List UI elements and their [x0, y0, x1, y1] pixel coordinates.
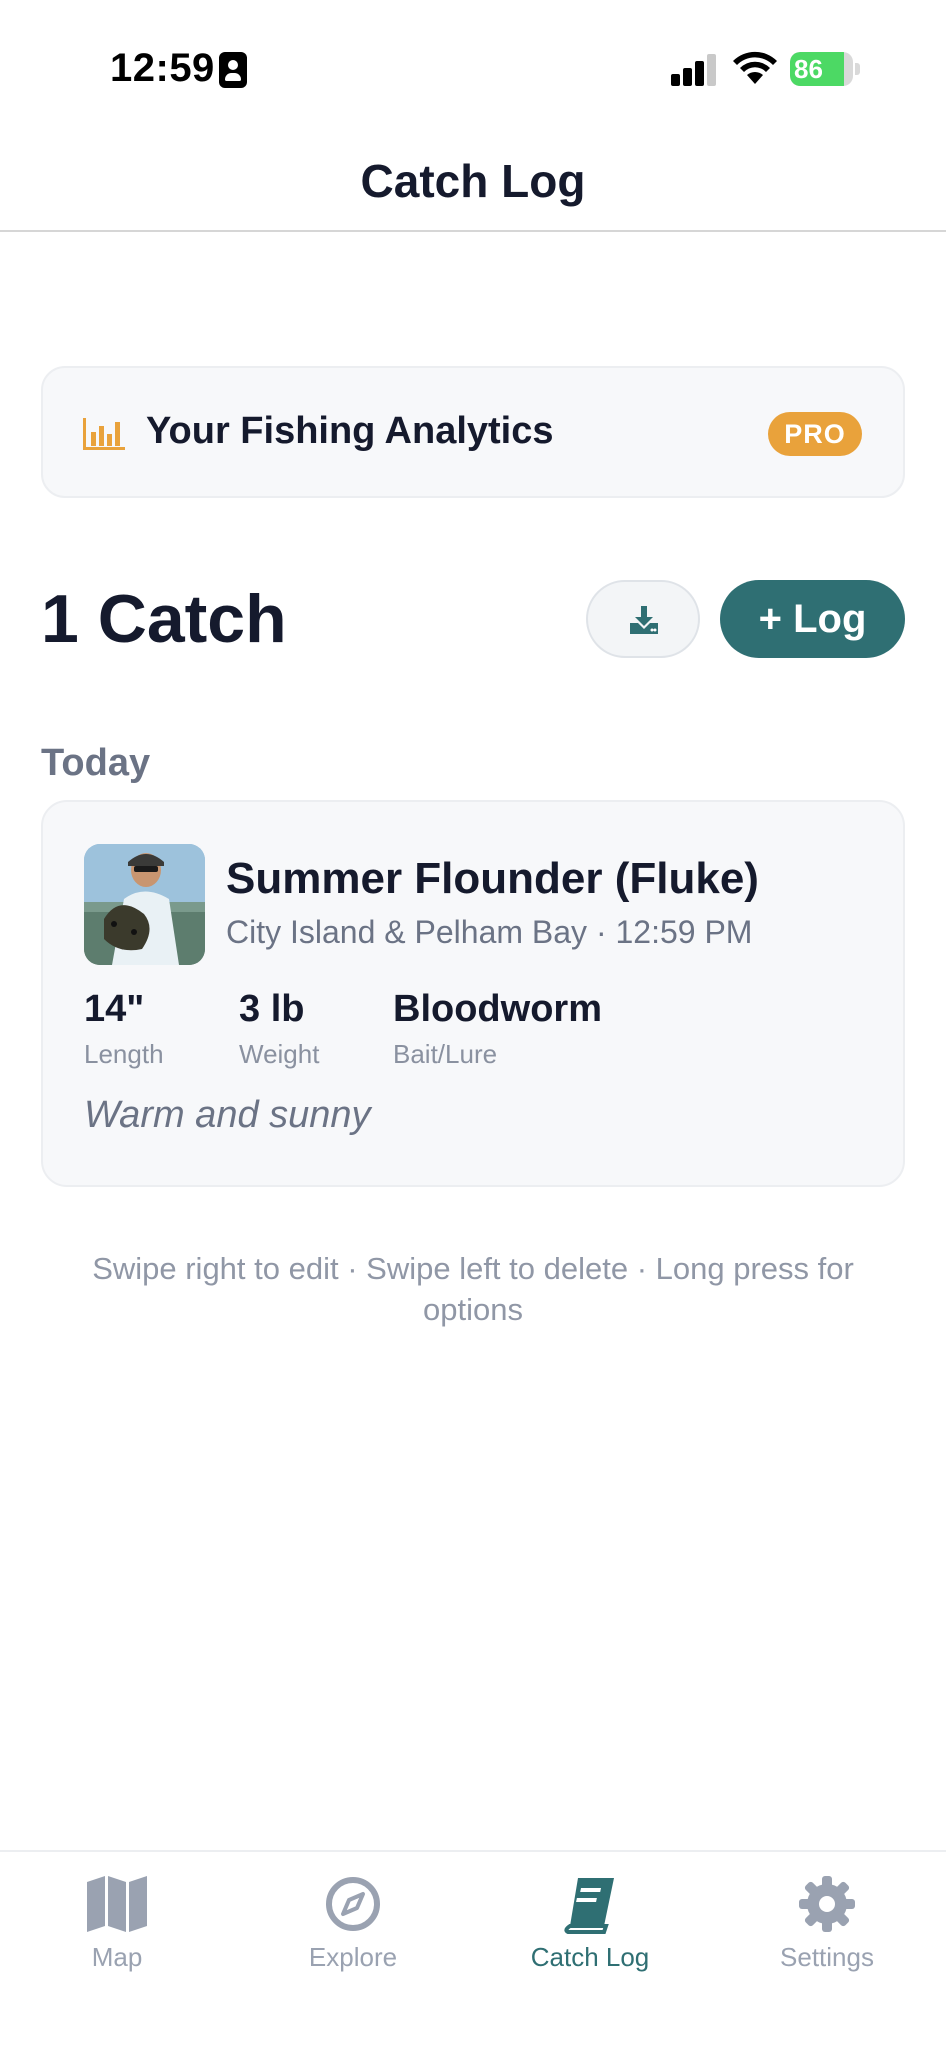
catch-photo: [84, 844, 205, 965]
stat-weight: 3 lb Weight: [239, 988, 319, 1070]
tab-label: Map: [91, 1942, 143, 1972]
pro-badge: PRO: [768, 412, 862, 456]
gear-icon: [799, 1876, 855, 1932]
tab-catch-log[interactable]: Catch Log: [490, 1874, 690, 1973]
stat-value: Bloodworm: [393, 988, 602, 1030]
status-time: 12:59: [110, 46, 215, 90]
stat-bait: Bloodworm Bait/Lure: [393, 988, 602, 1070]
analytics-card[interactable]: Your Fishing Analytics PRO: [41, 366, 905, 498]
page-title: Catch Log: [360, 155, 586, 207]
tab-map[interactable]: Map: [17, 1874, 217, 1973]
tab-label: Catch Log: [530, 1942, 650, 1972]
gesture-hint: Swipe right to edit · Swipe left to dele…: [92, 1251, 854, 1327]
catch-species: Summer Flounder (Fluke): [226, 854, 759, 903]
tab-settings[interactable]: Settings: [727, 1874, 927, 1973]
status-bar: 12:59 86: [0, 0, 946, 130]
catch-count: 1 Catch: [41, 581, 287, 657]
tab-explore[interactable]: Explore: [253, 1874, 453, 1973]
stat-label: Weight: [239, 1039, 320, 1069]
add-log-button[interactable]: + Log: [720, 580, 905, 658]
nav-header: Catch Log: [0, 130, 946, 232]
catch-card[interactable]: Summer Flounder (Fluke) City Island & Pe…: [41, 800, 905, 1187]
stat-value: 3 lb: [239, 988, 305, 1030]
battery-level: 86: [794, 54, 823, 84]
catch-location-time: City Island & Pelham Bay · 12:59 PM: [226, 914, 753, 950]
screen: 12:59 86 Catch Log Your Fishing Analytic…: [0, 0, 946, 2048]
tab-label: Settings: [780, 1942, 874, 1972]
stat-label: Bait/Lure: [393, 1039, 498, 1069]
tab-bar: Map Explore Catch Log Settings: [0, 1850, 946, 2048]
tab-label: Explore: [308, 1942, 398, 1972]
wifi-icon: [733, 51, 777, 84]
analytics-title: Your Fishing Analytics: [146, 410, 554, 452]
export-button[interactable]: [586, 580, 700, 658]
stat-label: Length: [84, 1039, 164, 1069]
stat-length: 14" Length: [84, 988, 164, 1070]
book-icon: [564, 1878, 614, 1934]
battery-icon: 86: [790, 52, 860, 86]
id-badge-icon: [219, 52, 247, 88]
catch-note: Warm and sunny: [84, 1094, 371, 1136]
cellular-signal-icon: [671, 54, 717, 86]
bar-chart-icon: [83, 418, 125, 450]
section-label-today: Today: [41, 742, 151, 784]
stat-value: 14": [84, 988, 145, 1030]
compass-icon: [326, 1877, 380, 1931]
download-icon: [630, 606, 658, 634]
map-icon: [87, 1876, 147, 1932]
